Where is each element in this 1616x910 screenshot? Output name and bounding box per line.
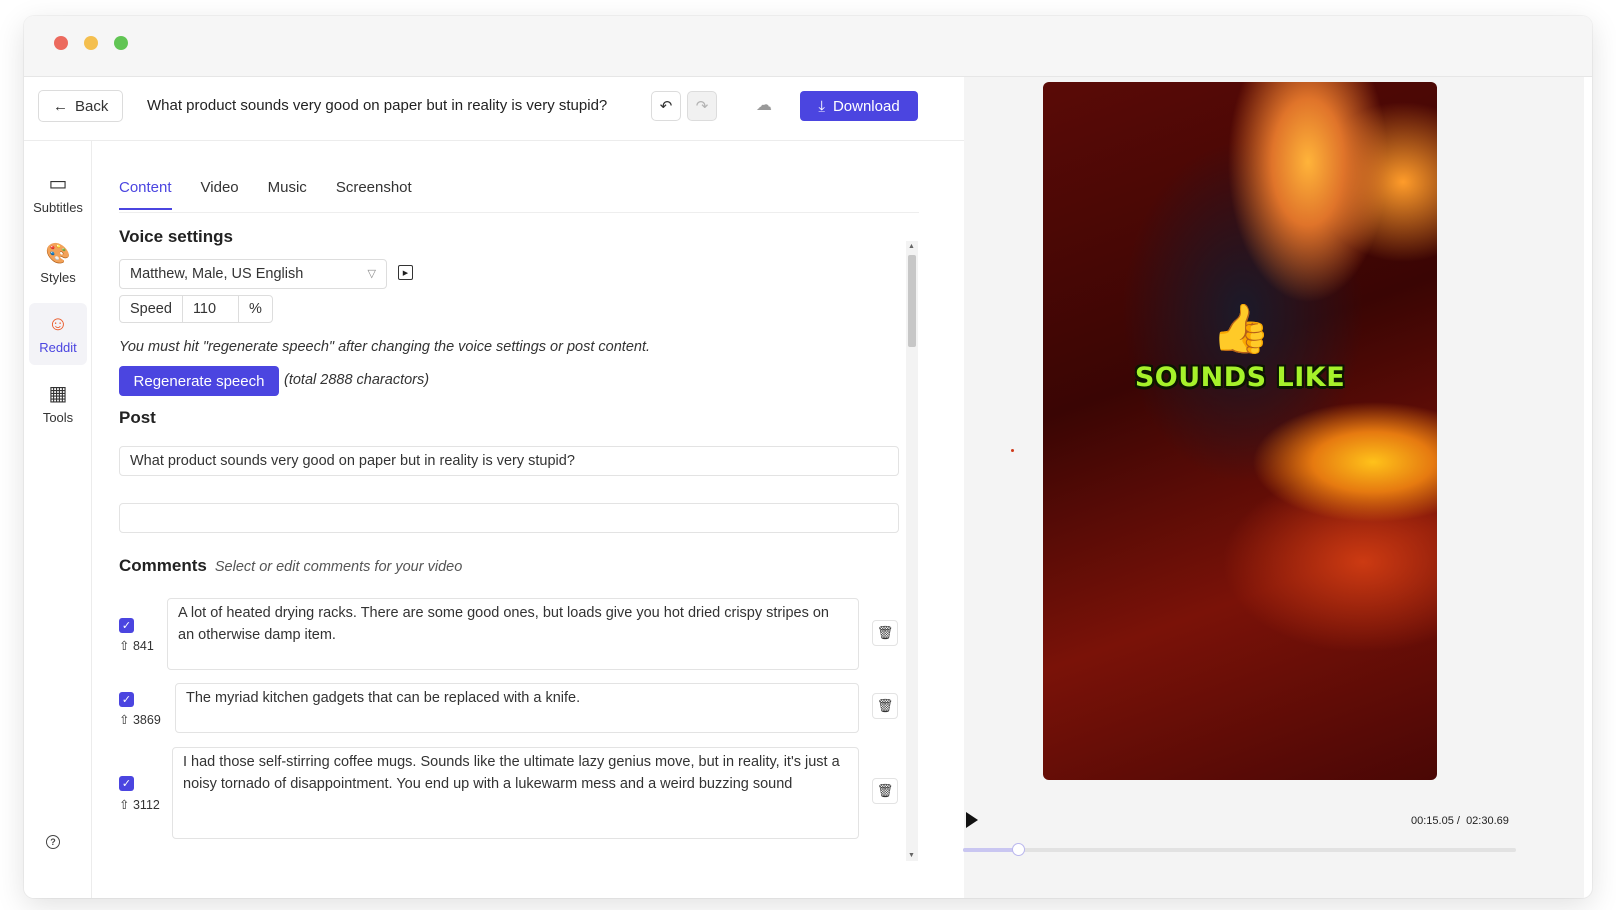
back-button[interactable]: ← Back — [38, 90, 124, 122]
scroll-down-icon[interactable]: ▼ — [908, 852, 915, 859]
scroll-up-icon[interactable]: ▲ — [908, 243, 915, 250]
comment-text[interactable]: A lot of heated drying racks. There are … — [167, 598, 859, 670]
speed-unit: % — [248, 301, 262, 317]
speed-input[interactable]: 110 — [183, 296, 239, 322]
comment-votes: ⇧ 841 — [119, 639, 154, 653]
sidebar-item-label: Reddit — [39, 339, 77, 355]
download-icon: ⤓ — [818, 97, 825, 115]
content-panel: Content Video Music Screenshot Voice set… — [92, 141, 964, 898]
voice-select-value: Matthew, Male, US English — [130, 266, 304, 282]
delete-comment-button[interactable]: 🗑 — [872, 693, 898, 719]
voice-settings-heading: Voice settings — [119, 227, 233, 246]
back-label: Back — [75, 97, 109, 115]
trash-icon: 🗑 — [876, 698, 894, 713]
scrollbar-thumb[interactable] — [908, 255, 916, 347]
comments-subheading: Select or edit comments for your video — [214, 559, 463, 575]
arrow-left-icon: ← — [53, 97, 68, 115]
minimize-window-button[interactable] — [84, 36, 98, 50]
video-preview[interactable]: 👍 SOUNDS LIKE — [1043, 82, 1437, 780]
help-icon[interactable]: ? — [46, 835, 60, 849]
cursor-dot — [1011, 449, 1014, 452]
chevron-down-icon: ▽ — [367, 268, 376, 280]
speed-field: Speed 110 % — [119, 295, 273, 323]
comment-votes: ⇧ 3869 — [119, 713, 161, 727]
cloud-save-icon[interactable]: ☁ — [756, 95, 772, 115]
comment-votes: ⇧ 3112 — [119, 798, 160, 812]
sidebar: ▭ Subtitles 🎨 Styles ☺ Reddit ▦ Tools ? — [24, 141, 92, 898]
comment-checkbox[interactable]: ✓ — [119, 776, 134, 791]
voice-select[interactable]: Matthew, Male, US English ▽ — [119, 259, 387, 289]
thumbs-up-emoji: 👍 — [1211, 303, 1271, 356]
upvote-icon: ⇧ — [119, 713, 130, 727]
download-label: Download — [832, 97, 900, 115]
sidebar-item-styles[interactable]: 🎨 Styles — [29, 233, 87, 295]
undo-icon: ↶ — [659, 98, 673, 115]
delete-comment-button[interactable]: 🗑 — [872, 620, 898, 646]
sidebar-item-tools[interactable]: ▦ Tools — [29, 373, 87, 435]
tab-screenshot[interactable]: Screenshot — [336, 179, 412, 210]
comments-heading: Comments — [119, 556, 207, 575]
sidebar-item-reddit[interactable]: ☺ Reddit — [29, 303, 87, 365]
palette-icon: 🎨 — [45, 242, 71, 265]
comment-text[interactable]: I had those self-stirring coffee mugs. S… — [172, 747, 859, 839]
speed-label: Speed — [120, 296, 183, 322]
redo-icon: ↷ — [695, 98, 709, 115]
delete-comment-button[interactable]: 🗑 — [872, 778, 898, 804]
comment-checkbox[interactable]: ✓ — [119, 618, 134, 633]
trash-icon: 🗑 — [876, 625, 894, 640]
subtitles-icon: ▭ — [48, 172, 68, 195]
post-heading: Post — [119, 408, 156, 427]
trash-icon: 🗑 — [876, 783, 894, 798]
tab-content[interactable]: Content — [119, 179, 172, 210]
post-title: What product sounds very good on paper b… — [147, 97, 608, 114]
video-caption: SOUNDS LIKE — [1134, 362, 1346, 393]
tab-video[interactable]: Video — [201, 179, 239, 210]
content-scrollbar[interactable]: ▲ ▼ — [906, 241, 918, 861]
play-voice-preview-icon[interactable]: ▶ — [398, 265, 413, 280]
grid-icon: ▦ — [48, 382, 68, 405]
tab-bar: Content Video Music Screenshot — [119, 179, 412, 210]
playback-progress — [963, 848, 1019, 852]
post-title-input[interactable]: What product sounds very good on paper b… — [119, 446, 899, 476]
sidebar-item-label: Tools — [42, 409, 74, 425]
download-button[interactable]: ⤓ Download — [800, 91, 918, 121]
comments-header: Comments Select or edit comments for you… — [119, 556, 462, 576]
editor-toolbar: ← Back What product sounds very good on … — [24, 77, 964, 141]
maximize-window-button[interactable] — [114, 36, 128, 50]
undo-button[interactable]: ↶ — [651, 91, 681, 121]
post-body-input[interactable] — [119, 503, 899, 533]
comment-text[interactable]: The myriad kitchen gadgets that can be r… — [175, 683, 859, 733]
regenerate-note: You must hit "regenerate speech" after c… — [119, 339, 651, 355]
sidebar-item-label: Styles — [40, 269, 76, 285]
regenerate-speech-button[interactable]: Regenerate speech — [119, 366, 279, 396]
total-characters: (total 2888 charactors) — [284, 372, 430, 388]
tab-music[interactable]: Music — [268, 179, 307, 210]
reddit-icon: ☺ — [47, 312, 69, 335]
playback-slider[interactable] — [963, 843, 1516, 856]
title-bar — [24, 16, 1592, 77]
play-icon[interactable] — [966, 812, 978, 828]
tabs-divider — [119, 212, 919, 213]
sidebar-item-label: Subtitles — [33, 199, 83, 215]
playback-time: 00:15.05 / 02:30.69 — [1411, 815, 1509, 827]
comment-checkbox[interactable]: ✓ — [119, 692, 134, 707]
redo-button[interactable]: ↷ — [687, 91, 717, 121]
sidebar-item-subtitles[interactable]: ▭ Subtitles — [29, 163, 87, 225]
upvote-icon: ⇧ — [119, 798, 130, 812]
content-scroll-area: Voice settings Matthew, Male, US English… — [119, 227, 929, 847]
close-window-button[interactable] — [54, 36, 68, 50]
upvote-icon: ⇧ — [119, 639, 130, 653]
